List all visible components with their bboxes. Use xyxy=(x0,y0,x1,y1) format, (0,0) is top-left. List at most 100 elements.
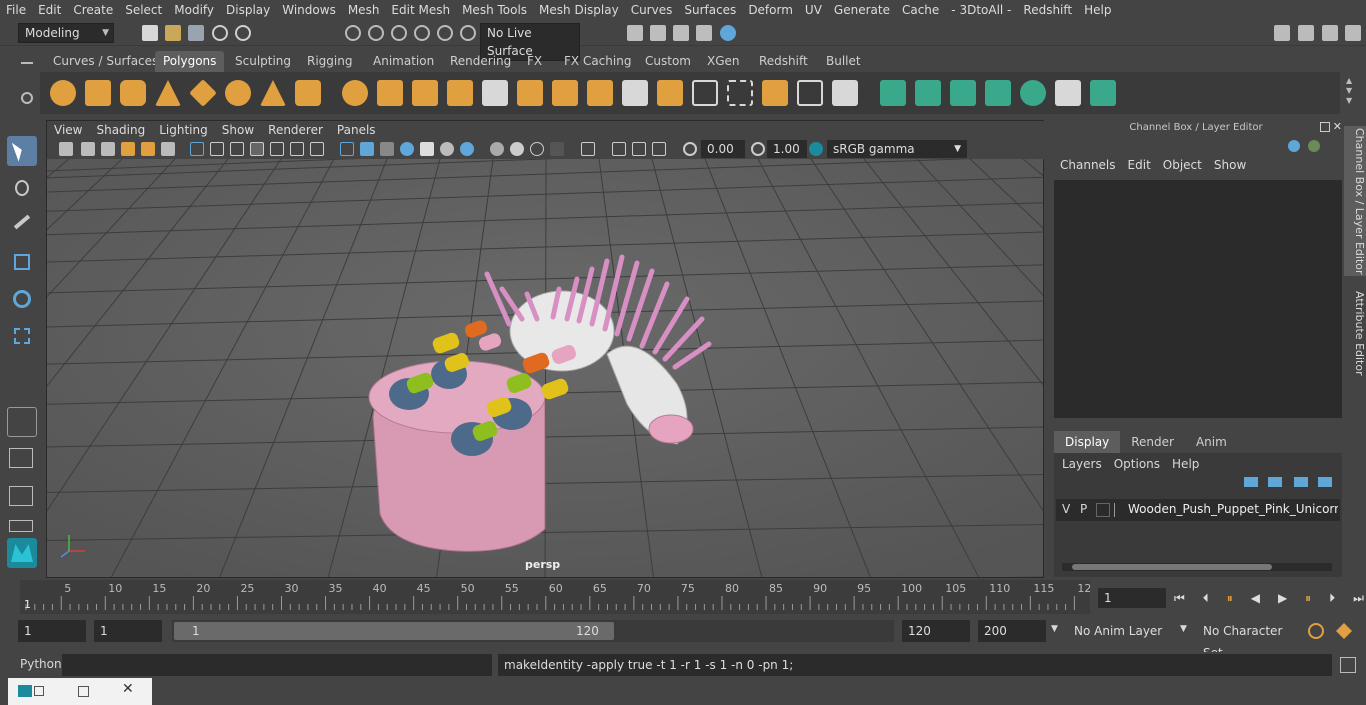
channel-menu-channels[interactable]: Channels xyxy=(1054,158,1122,172)
gate-mask-icon[interactable] xyxy=(250,142,264,156)
menu-deform[interactable]: Deform xyxy=(742,0,799,20)
poly-plane-icon[interactable] xyxy=(189,79,217,107)
shelf-scroll-handle[interactable]: ▲ ▼ ▼ xyxy=(1346,76,1358,110)
save-scene-icon[interactable] xyxy=(188,25,204,41)
playback-end-field[interactable]: 120 xyxy=(902,620,970,642)
channel-menu-object[interactable]: Object xyxy=(1157,158,1208,172)
multicut-icon[interactable] xyxy=(552,80,578,106)
channel-menu-show[interactable]: Show xyxy=(1208,158,1252,172)
side-tab-attribute-editor[interactable]: Attribute Editor xyxy=(1344,288,1366,378)
auto-uv-icon[interactable] xyxy=(832,80,858,106)
auto-key-icon[interactable] xyxy=(1308,623,1324,639)
layer-menu-options[interactable]: Options xyxy=(1114,457,1160,471)
step-forward-key-icon[interactable]: ⏸ xyxy=(1305,591,1311,606)
layer-type-toggle[interactable] xyxy=(1096,503,1110,517)
new-scene-icon[interactable] xyxy=(142,25,158,41)
channel-list[interactable] xyxy=(1054,180,1342,418)
mode-selector[interactable]: Modeling ▼ xyxy=(18,23,114,43)
unfold-uv-icon[interactable] xyxy=(1020,80,1046,106)
go-to-end-icon[interactable]: ⏭ xyxy=(1353,591,1364,606)
undo-icon[interactable] xyxy=(212,25,228,41)
render-settings-icon[interactable] xyxy=(696,25,712,41)
go-to-start-icon[interactable]: ⏮ xyxy=(1174,591,1185,606)
grid-toggle-icon[interactable] xyxy=(190,142,204,156)
append-poly-icon[interactable] xyxy=(622,80,648,106)
menu-display[interactable]: Display xyxy=(220,0,276,20)
chevron-down-icon[interactable]: ▼ xyxy=(1180,624,1187,634)
xray-joints-icon[interactable] xyxy=(612,142,626,156)
wireframe-on-shaded-icon[interactable] xyxy=(380,142,394,156)
snap-surface-icon[interactable] xyxy=(437,25,453,41)
motion-blur-icon[interactable] xyxy=(490,142,504,156)
layer-color-swatch[interactable] xyxy=(1114,503,1128,517)
layer-row[interactable]: V P Wooden_Push_Puppet_Pink_Unicorn_Lyi xyxy=(1056,499,1340,521)
grease-pencil-icon[interactable] xyxy=(161,142,175,156)
shadows-icon[interactable] xyxy=(440,142,454,156)
gamma-icon[interactable] xyxy=(751,142,765,156)
toggle-panel-icon[interactable] xyxy=(1322,25,1338,41)
poly-pyramid-icon[interactable] xyxy=(260,80,286,106)
current-frame-field[interactable]: 1 xyxy=(1098,588,1166,608)
viewport-menu-show[interactable]: Show xyxy=(215,123,261,137)
isolate-select-icon[interactable] xyxy=(581,142,595,156)
smooth-icon[interactable] xyxy=(447,80,473,106)
render-frame-icon[interactable] xyxy=(627,25,643,41)
character-set-select[interactable]: No Character Set xyxy=(1197,620,1297,660)
shelf-tab-xgen[interactable]: XGen xyxy=(699,51,748,72)
channel-mode-icon[interactable] xyxy=(1308,140,1320,152)
maximize-icon[interactable] xyxy=(78,686,89,697)
poly-pipe-icon[interactable] xyxy=(295,80,321,106)
rotate-tool-icon[interactable] xyxy=(7,284,37,314)
start-time-field[interactable]: 1 xyxy=(18,620,86,642)
frame-all-icon[interactable] xyxy=(652,142,666,156)
layout-icon[interactable] xyxy=(1298,25,1314,41)
shelf-tab-fx-caching[interactable]: FX Caching xyxy=(556,51,639,72)
chevron-down-icon[interactable]: ▼ xyxy=(1051,624,1058,634)
mirror-icon[interactable] xyxy=(412,80,438,106)
shelf-tab-rigging[interactable]: Rigging xyxy=(299,51,360,72)
viewport-menu-panels[interactable]: Panels xyxy=(330,123,383,137)
xray-active-icon[interactable] xyxy=(632,142,646,156)
shelf-tab-curves-surfaces[interactable]: Curves / Surfaces xyxy=(45,51,166,72)
resolution-gate-icon[interactable] xyxy=(230,142,244,156)
menu-file[interactable]: File xyxy=(0,0,32,20)
uv-editor-icon[interactable] xyxy=(915,80,941,106)
snap-grid-icon[interactable] xyxy=(345,25,361,41)
close-icon[interactable]: ✕ xyxy=(122,681,134,697)
shelf-tab-sculpting[interactable]: Sculpting xyxy=(227,51,299,72)
planar-uv-icon[interactable] xyxy=(797,80,823,106)
menu-mesh[interactable]: Mesh xyxy=(342,0,386,20)
snap-point-icon[interactable] xyxy=(391,25,407,41)
ambient-occlusion-icon[interactable] xyxy=(460,142,474,156)
bridge-icon[interactable] xyxy=(517,80,543,106)
playback-start-field[interactable]: 1 xyxy=(94,620,162,642)
insert-edge-loop-icon[interactable] xyxy=(692,80,718,106)
symmetry-icon[interactable] xyxy=(1090,80,1116,106)
menu-surfaces[interactable]: Surfaces xyxy=(678,0,742,20)
extrude-icon[interactable] xyxy=(482,80,508,106)
shelf-tab-animation[interactable]: Animation xyxy=(365,51,442,72)
layer-scrollbar[interactable] xyxy=(1062,563,1332,571)
gear-icon[interactable] xyxy=(21,92,33,104)
shelf-tab-custom[interactable]: Custom xyxy=(637,51,699,72)
layer-menu-help[interactable]: Help xyxy=(1172,457,1199,471)
shelf-tab-fx[interactable]: FX xyxy=(519,51,550,72)
viewport-scene[interactable]: persp xyxy=(47,159,1043,577)
select-tool-icon[interactable] xyxy=(7,136,37,166)
layer-menu-layers[interactable]: Layers xyxy=(1062,457,1102,471)
command-language[interactable]: Python xyxy=(20,657,62,671)
time-slider[interactable]: 5 10 15 20 25 30 35 40 45 50 55 60 65 70 75 80 85 90 95 100… xyxy=(20,580,1091,614)
menu-edit-mesh[interactable]: Edit Mesh xyxy=(385,0,456,20)
menu-generate[interactable]: Generate xyxy=(828,0,896,20)
viewport-menu-view[interactable]: View xyxy=(47,123,89,137)
poly-torus-icon[interactable] xyxy=(225,80,251,106)
perspective-viewport[interactable]: persp xyxy=(47,159,1043,577)
menu-edit[interactable]: Edit xyxy=(32,0,67,20)
play-forwards-icon[interactable]: ▶ xyxy=(1278,591,1287,605)
combine-icon[interactable] xyxy=(342,80,368,106)
snap-view-icon[interactable] xyxy=(414,25,430,41)
target-weld-icon[interactable] xyxy=(762,80,788,106)
range-slider-handle[interactable] xyxy=(174,622,614,640)
film-gate-icon[interactable] xyxy=(210,142,224,156)
move-layer-up-icon[interactable] xyxy=(1244,477,1258,487)
